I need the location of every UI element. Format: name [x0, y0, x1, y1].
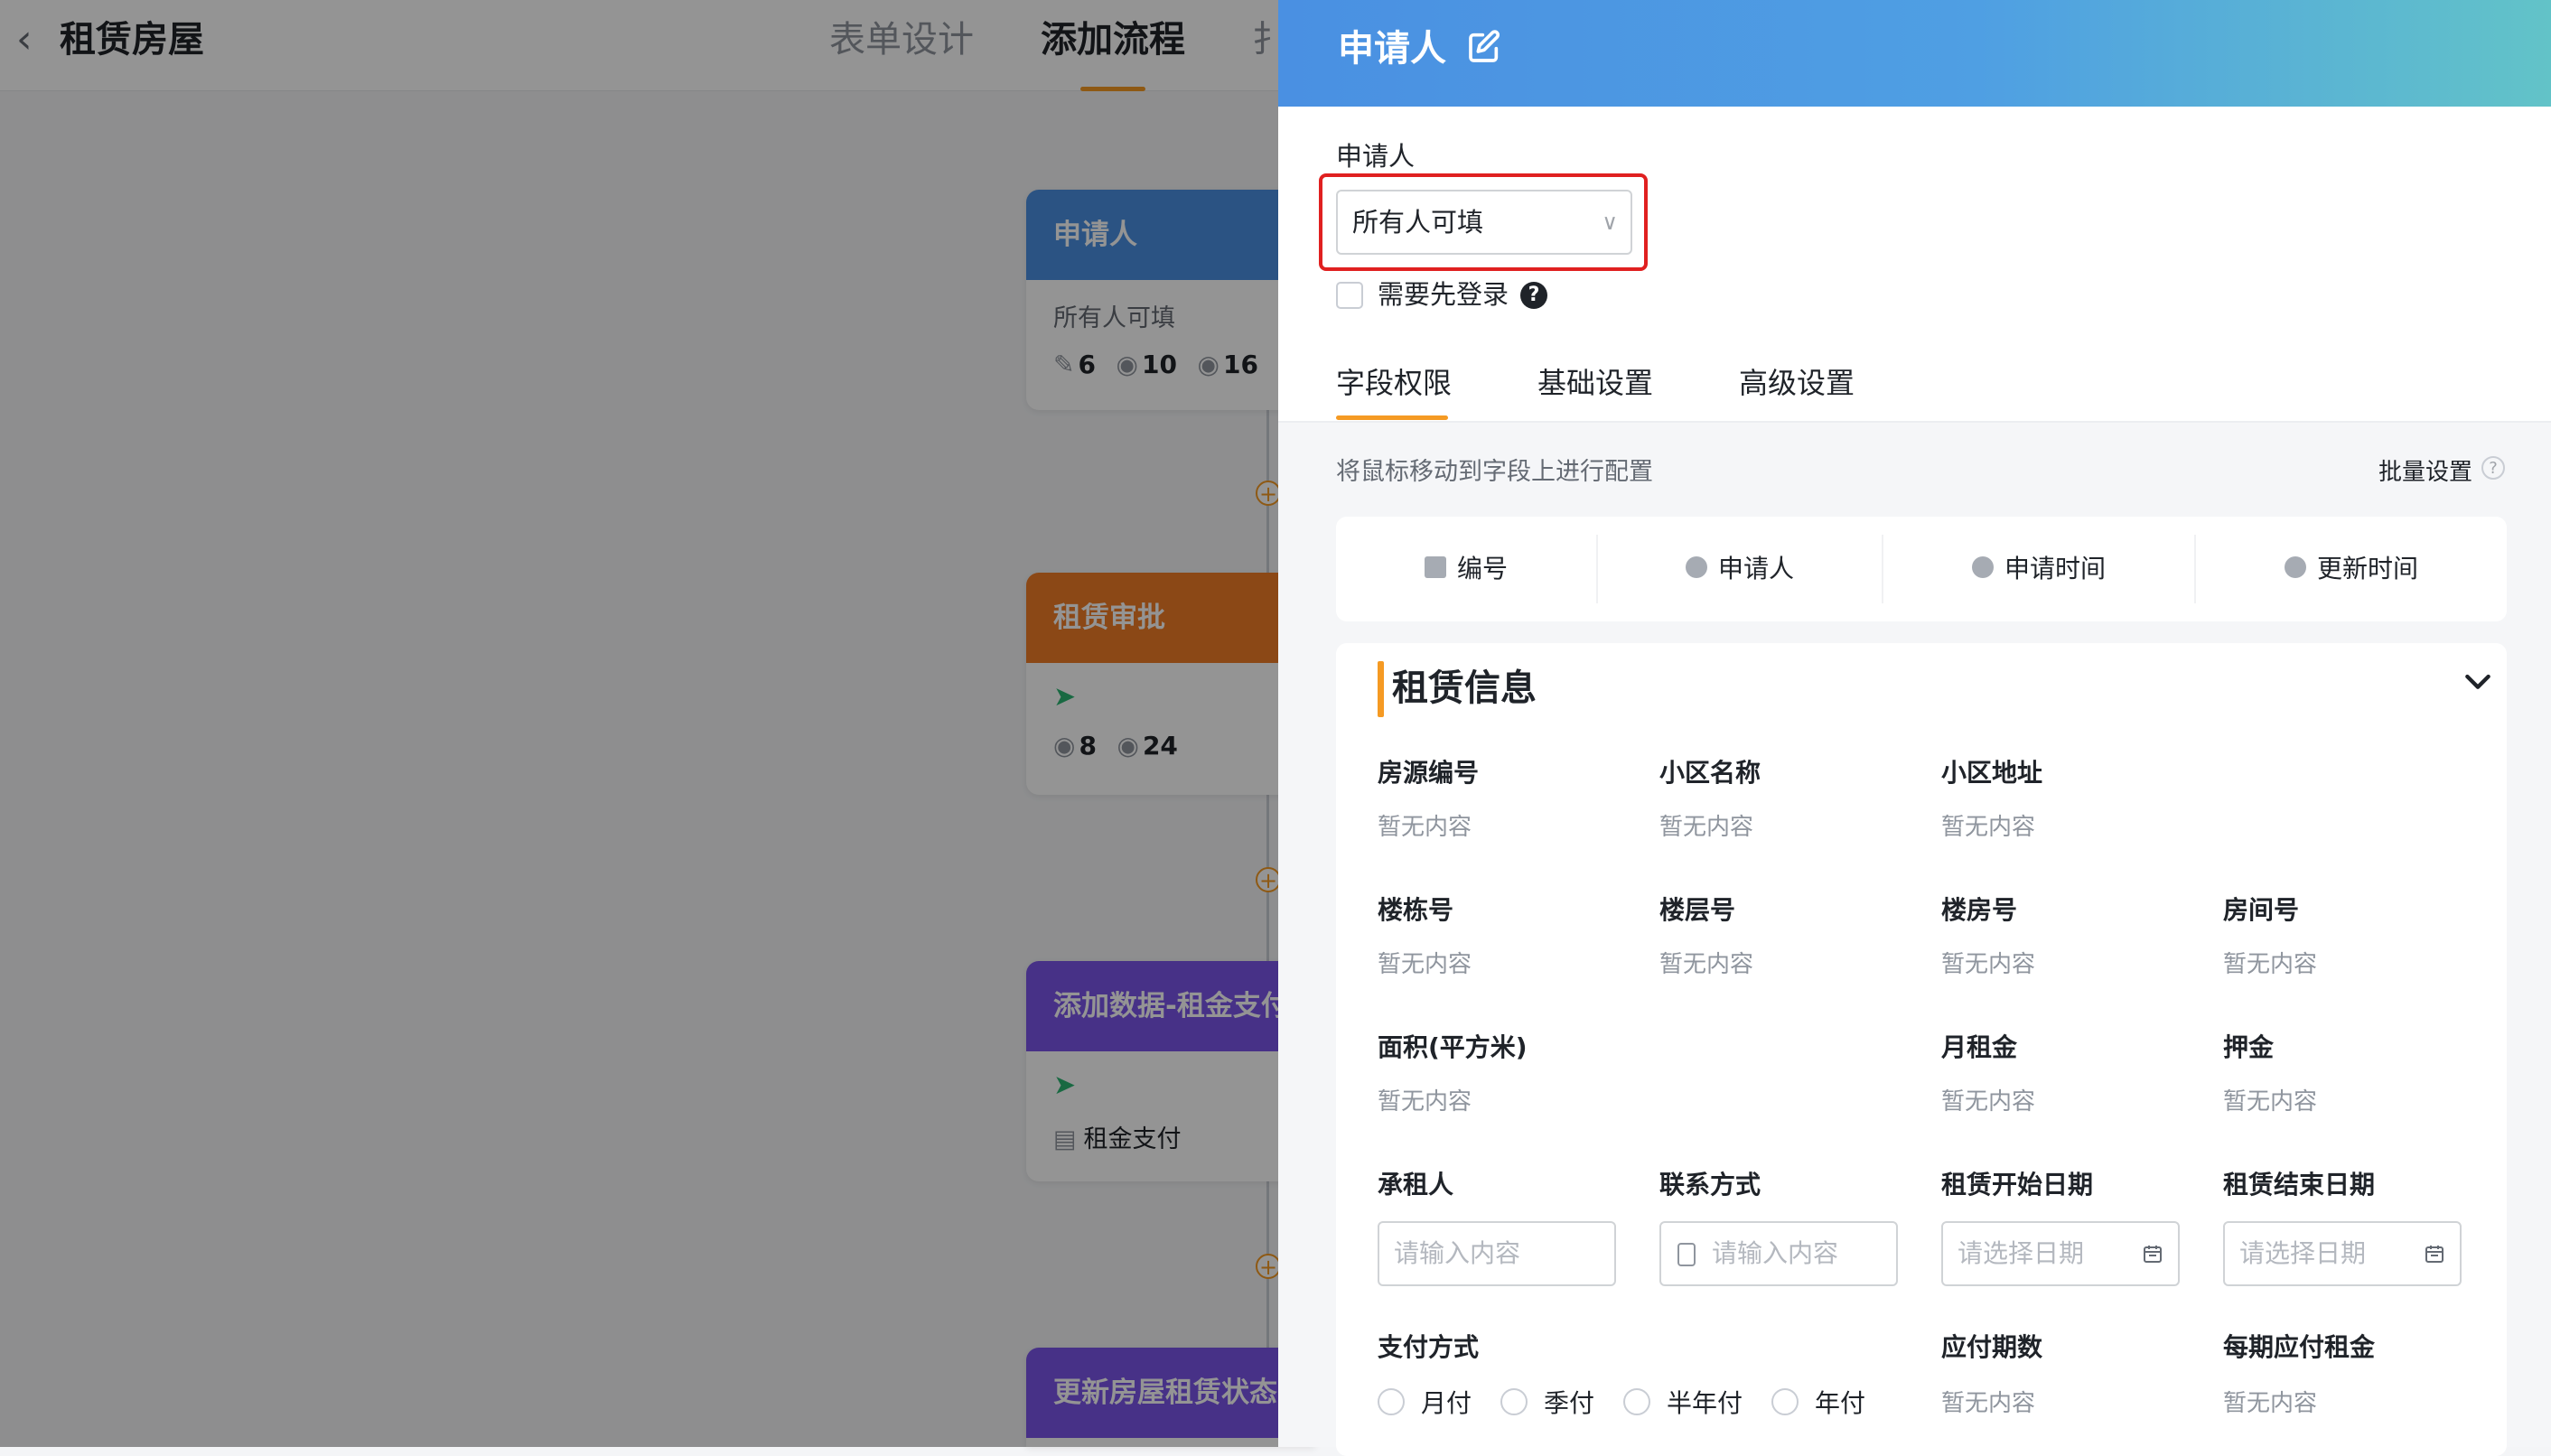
config-hint: 将鼠标移动到字段上进行配置	[1336, 458, 1653, 486]
field-value-deposit: 暂无内容	[2223, 1088, 2318, 1115]
chevron-down-icon[interactable]	[2460, 663, 2496, 699]
field-label-room-no[interactable]: 楼房号	[1941, 892, 2017, 929]
radio-quarterly[interactable]: 季付	[1500, 1386, 1594, 1422]
number-icon	[1424, 556, 1446, 578]
question-icon[interactable]: ?	[2481, 456, 2505, 480]
field-value-building-no: 暂无内容	[1378, 951, 1472, 978]
field-value-room-no: 暂无内容	[1941, 951, 2036, 978]
require-login-checkbox[interactable]	[1336, 282, 1363, 309]
clock-icon	[1971, 556, 1994, 578]
field-label-payment-method[interactable]: 支付方式	[1378, 1330, 1479, 1366]
radio-circle	[1623, 1388, 1650, 1415]
field-label-building-no[interactable]: 楼栋号	[1378, 892, 1453, 929]
field-value-floor-no: 暂无内容	[1659, 951, 1754, 978]
active-tab-indicator	[1336, 415, 1448, 420]
system-field-number[interactable]: 编号	[1336, 517, 1596, 621]
highlight-box	[1319, 173, 1648, 271]
field-label-monthly-rent[interactable]: 月租金	[1941, 1030, 2017, 1066]
field-label-house-no[interactable]: 房源编号	[1378, 755, 1479, 791]
user-icon	[1685, 556, 1707, 578]
field-label-end-date[interactable]: 租赁结束日期	[2223, 1167, 2375, 1203]
panel-title: 申请人	[1338, 28, 1446, 70]
field-label-floor-no[interactable]: 楼层号	[1659, 892, 1735, 929]
field-value-house-no: 暂无内容	[1378, 814, 1472, 841]
calendar-icon	[2144, 1246, 2162, 1263]
edit-icon[interactable]	[1466, 29, 1502, 65]
field-label-community-name[interactable]: 小区名称	[1659, 755, 1761, 791]
rental-info-section: 租赁信息 房源编号 暂无内容 小区名称 暂无内容 小区地址 暂无内容 楼栋号 暂…	[1336, 643, 2507, 1456]
require-login-label[interactable]: 需要先登录	[1378, 276, 1509, 313]
field-label-rent-per-period[interactable]: 每期应付租金	[2223, 1330, 2375, 1366]
end-date-picker[interactable]: 请选择日期	[2223, 1221, 2462, 1286]
field-label-tenant[interactable]: 承租人	[1378, 1167, 1453, 1203]
modal-backdrop[interactable]	[0, 0, 1278, 1447]
batch-settings-link[interactable]: 批量设置	[2378, 453, 2472, 487]
field-value-periods: 暂无内容	[1941, 1390, 2036, 1417]
tenant-input[interactable]: 请输入内容	[1378, 1221, 1616, 1286]
field-value-community-address: 暂无内容	[1941, 814, 2036, 841]
section-accent-bar	[1378, 661, 1384, 717]
tab-field-permissions[interactable]: 字段权限	[1336, 361, 1452, 405]
applicant-field-label: 申请人	[1336, 141, 1416, 172]
section-title: 租赁信息	[1392, 667, 1537, 709]
field-label-start-date[interactable]: 租赁开始日期	[1941, 1167, 2093, 1203]
field-label-deposit[interactable]: 押金	[2223, 1030, 2274, 1066]
radio-circle	[1500, 1388, 1528, 1415]
radio-monthly[interactable]: 月付	[1378, 1386, 1472, 1422]
calendar-icon	[2425, 1246, 2444, 1263]
tab-advanced-settings[interactable]: 高级设置	[1739, 361, 1855, 405]
contact-input[interactable]: 请输入内容	[1659, 1221, 1898, 1286]
field-value-rent-per-period: 暂无内容	[2223, 1390, 2318, 1417]
radio-circle	[1771, 1388, 1799, 1415]
system-fields-card: 编号 申请人 申请时间 更新时间	[1336, 517, 2507, 621]
system-field-apply-time[interactable]: 申请时间	[1883, 517, 2194, 621]
field-label-community-address[interactable]: 小区地址	[1941, 755, 2042, 791]
phone-icon	[1677, 1243, 1696, 1266]
field-label-chamber-no[interactable]: 房间号	[2223, 892, 2299, 929]
field-value-chamber-no: 暂无内容	[2223, 951, 2318, 978]
field-label-periods[interactable]: 应付期数	[1941, 1330, 2042, 1366]
field-value-monthly-rent: 暂无内容	[1941, 1088, 2036, 1115]
tab-basic-settings[interactable]: 基础设置	[1537, 361, 1653, 405]
field-value-community-name: 暂无内容	[1659, 814, 1754, 841]
field-label-contact[interactable]: 联系方式	[1659, 1167, 1761, 1203]
radio-yearly[interactable]: 年付	[1771, 1386, 1865, 1422]
system-field-update-time[interactable]: 更新时间	[2196, 517, 2507, 621]
radio-circle	[1378, 1388, 1405, 1415]
start-date-picker[interactable]: 请选择日期	[1941, 1221, 2180, 1286]
help-icon[interactable]: ?	[1520, 282, 1547, 309]
node-settings-panel: 申请人 申请人 所有人可填 ∨ 需要先登录 ? 字段权限 基础设置 高级设置 将…	[1278, 0, 2551, 1456]
system-field-applicant[interactable]: 申请人	[1598, 517, 1882, 621]
field-label-area[interactable]: 面积(平方米)	[1378, 1030, 1528, 1066]
field-value-area: 暂无内容	[1378, 1088, 1472, 1115]
radio-half-yearly[interactable]: 半年付	[1623, 1386, 1743, 1422]
update-clock-icon	[2284, 556, 2306, 578]
